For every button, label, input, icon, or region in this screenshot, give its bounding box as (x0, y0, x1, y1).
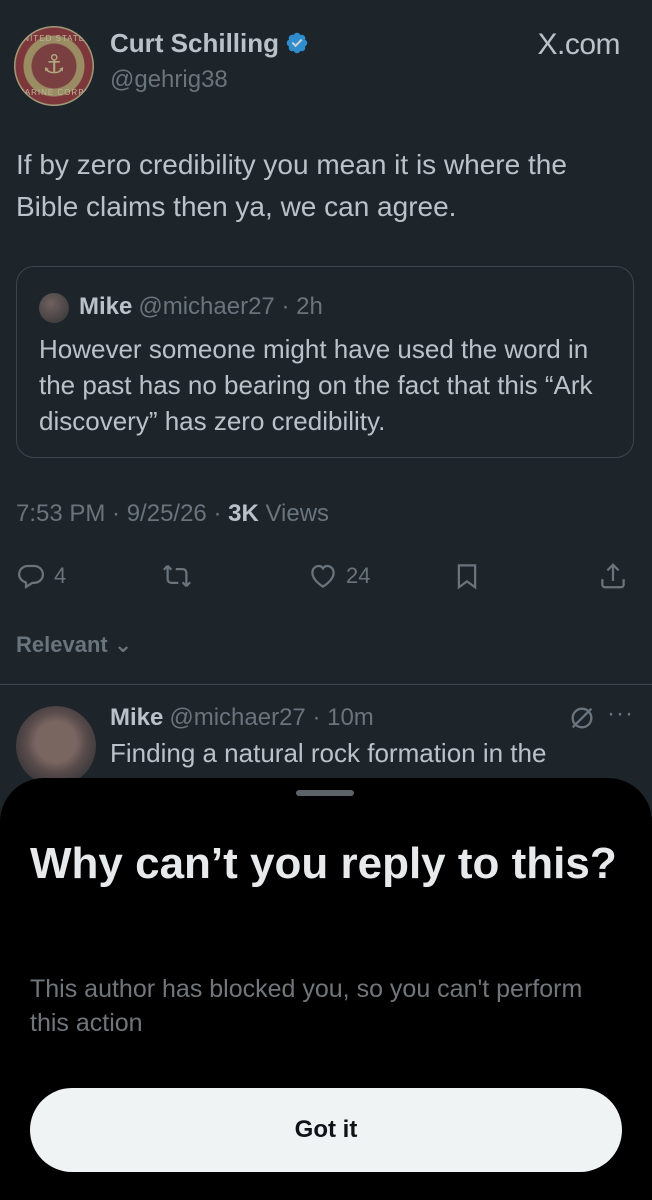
author-name-text: Curt Schilling (110, 28, 279, 58)
reply-author-handle-time: @michaer27 · 10m (169, 704, 374, 731)
tweet-actions-bar: 4 24 (16, 556, 636, 596)
reply-text: Finding a natural rock formation in the (110, 738, 547, 768)
bookmark-button[interactable] (452, 556, 482, 596)
share-button[interactable] (598, 556, 628, 596)
reply-icon (17, 564, 45, 590)
reply-author-avatar[interactable] (16, 706, 96, 786)
site-watermark: X.com (537, 28, 620, 61)
sheet-title: Why can’t you reply to this? (30, 839, 617, 888)
blocked-reply-bottom-sheet: Why can’t you reply to this? This author… (0, 778, 652, 1200)
reply-button[interactable]: 4 (16, 556, 66, 596)
author-handle[interactable]: @gehrig38 (110, 66, 228, 94)
reply-author-line: Mike @michaer27 · 10m (110, 704, 374, 732)
more-icon[interactable]: ··· (607, 700, 634, 728)
quoted-tweet[interactable]: Mike @michaer27 · 2h However someone migh… (16, 266, 634, 458)
author-name[interactable]: Curt Schilling (110, 28, 309, 59)
avatar-ring-top-text: UNITED STATES (16, 34, 92, 43)
sheet-grabber-handle[interactable] (296, 790, 354, 796)
tweet-time-date: 7:53 PM · 9/25/26 · (16, 500, 229, 527)
reply-count: 4 (54, 563, 67, 588)
repost-button[interactable] (162, 556, 192, 596)
reply-item[interactable]: Mike @michaer27 · 10m ··· Finding a natur… (0, 700, 652, 790)
tweet-text: If by zero credibility you mean it is wh… (16, 149, 567, 222)
replies-sort-toggle[interactable]: Relevant ⌄ (16, 632, 132, 658)
got-it-button[interactable]: Got it (30, 1088, 622, 1172)
screen: UNITED STATES ⚓ MARINE CORPS Curt Schill… (0, 0, 652, 1200)
quoted-author-line: Mike @michaer27 · 2h (79, 293, 323, 321)
quoted-author-name: Mike (79, 293, 133, 320)
quoted-author-avatar (39, 293, 69, 323)
repost-icon (163, 564, 191, 588)
eagle-globe-anchor-icon: ⚓ (42, 49, 66, 79)
reply-author-name: Mike (110, 704, 164, 731)
quoted-tweet-text: However someone might have used the word… (39, 334, 593, 436)
views-count: 3K (228, 500, 259, 527)
avatar-ring-bottom-text: MARINE CORPS (17, 88, 91, 97)
bookmark-icon (457, 564, 477, 590)
like-count: 24 (346, 563, 371, 588)
like-icon (311, 564, 335, 588)
quoted-author-handle-time: @michaer27 · 2h (138, 293, 323, 320)
divider (0, 684, 652, 685)
share-icon (601, 563, 625, 589)
views-label: Views (258, 500, 330, 527)
tweet-header: UNITED STATES ⚓ MARINE CORPS Curt Schill… (14, 22, 638, 106)
verified-badge-icon (286, 32, 308, 54)
like-button[interactable]: 24 (308, 556, 370, 596)
sheet-body-text: This author has blocked you, so you can'… (30, 975, 583, 1037)
tweet-meta: 7:53 PM · 9/25/26 · 3K Views (16, 500, 329, 528)
grok-icon[interactable] (568, 704, 596, 732)
author-avatar[interactable]: UNITED STATES ⚓ MARINE CORPS (14, 26, 94, 106)
